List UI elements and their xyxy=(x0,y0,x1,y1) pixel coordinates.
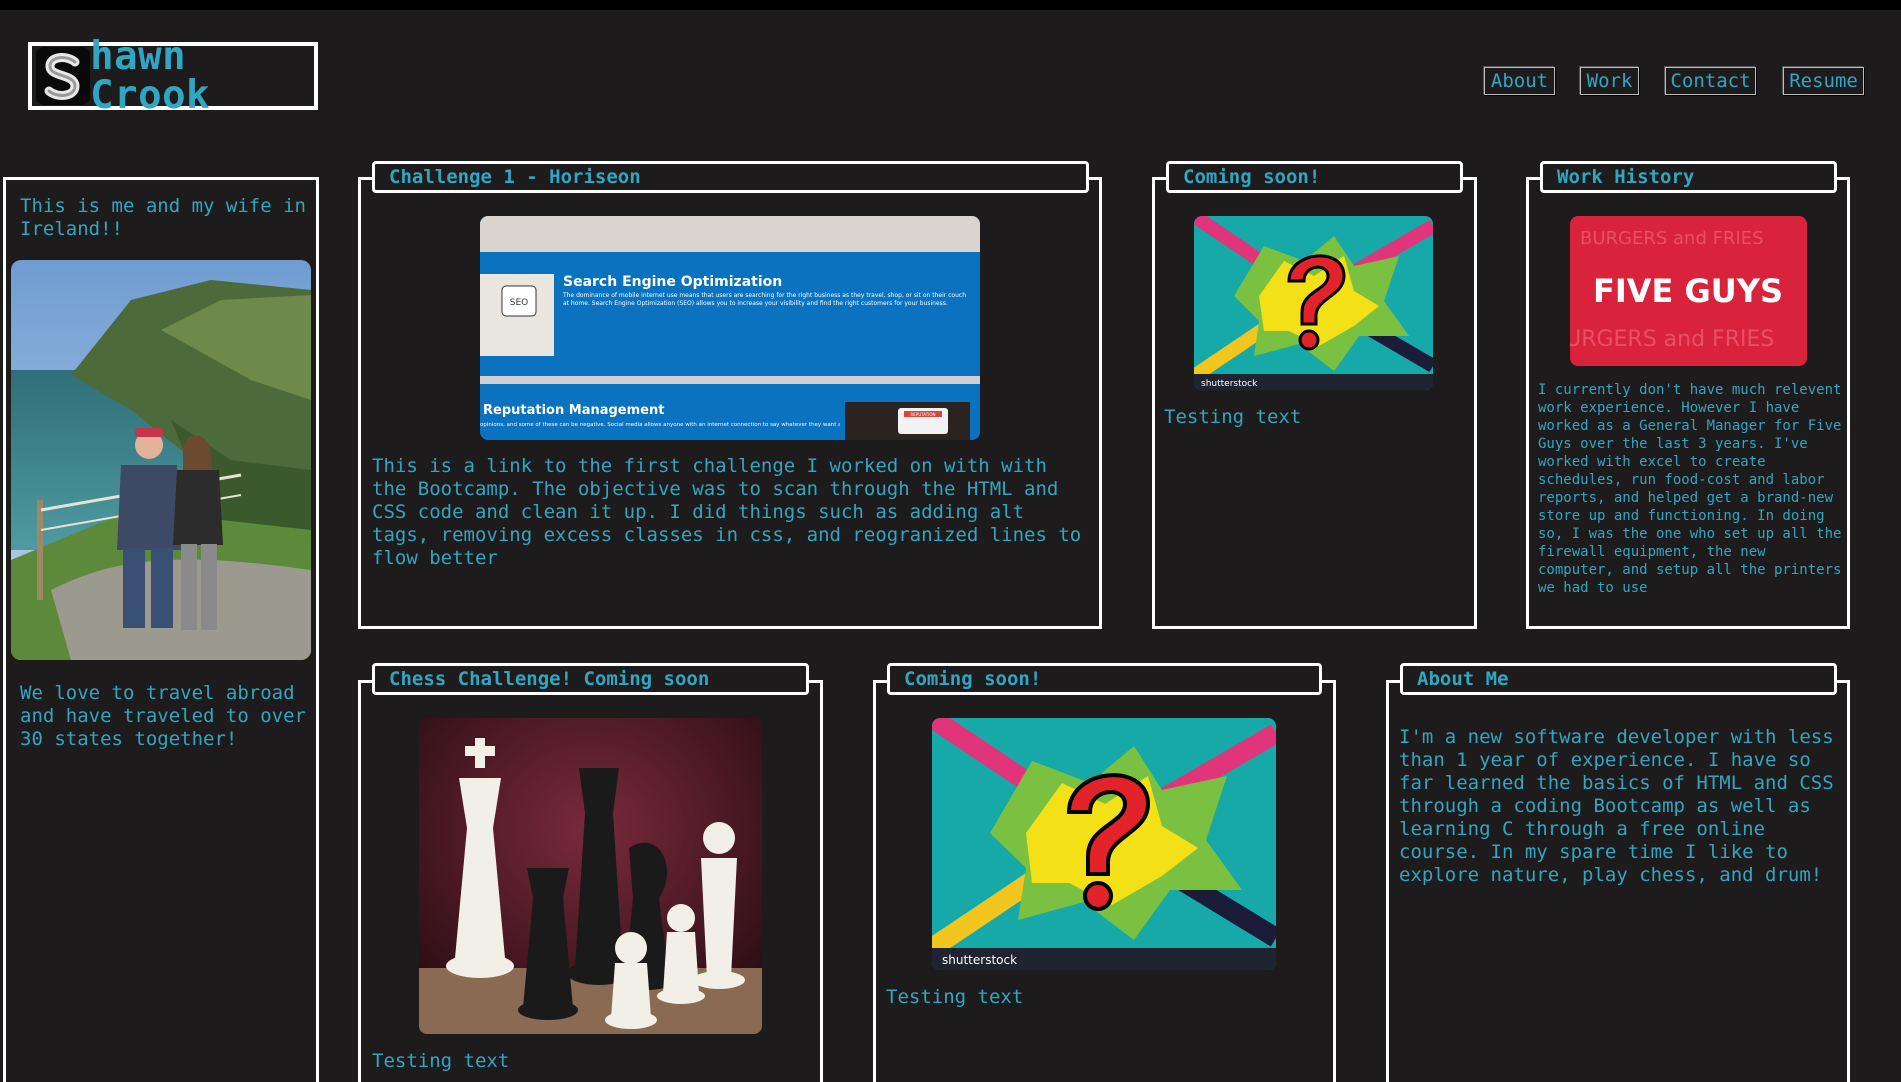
sidebar-top-text: This is me and my wife in Ireland!! xyxy=(20,195,318,240)
logo-s-icon xyxy=(36,47,91,105)
top-bar xyxy=(0,0,1901,10)
work-history-title: Work History xyxy=(1540,161,1837,193)
horiseon-description: This is a link to the first challenge I … xyxy=(372,455,1093,569)
coming-soon-2-caption: Testing text xyxy=(886,986,1024,1008)
nav-work-button[interactable]: Work xyxy=(1580,67,1639,95)
rep-body: opinions, and some of these can be negat… xyxy=(480,422,840,428)
five-guys-wordmark: FIVE GUYS xyxy=(1593,272,1783,310)
coming-soon-2-title: Coming soon! xyxy=(887,663,1322,695)
nav-about-button[interactable]: About xyxy=(1484,67,1555,95)
nav-contact-button[interactable]: Contact xyxy=(1665,67,1756,95)
pattern-row-2: BURGERS and FRIES xyxy=(1570,327,1774,352)
five-guys-logo-image: BURGERS and FRIES BURGERS and FRIES FIVE… xyxy=(1570,216,1807,366)
pattern-row-1: BURGERS and FRIES xyxy=(1580,228,1764,249)
work-history-body: I currently don't have much relevent wor… xyxy=(1538,382,1842,596)
question-mark-image-1: shutterstock xyxy=(1194,216,1433,390)
horiseon-card-title: Challenge 1 - Horiseon xyxy=(372,161,1089,193)
sidebar-bottom-text: We love to travel abroad and have travel… xyxy=(20,682,318,750)
nav-resume-button[interactable]: Resume xyxy=(1783,67,1864,95)
site-title: hawn Crook xyxy=(90,34,211,118)
question-mark-image-2: shutterstock xyxy=(932,718,1276,970)
seo-heading: Search Engine Optimization xyxy=(563,274,782,290)
rep-thumb-label: REPUTATION xyxy=(911,412,936,417)
site-logo[interactable]: hawn Crook xyxy=(28,37,318,115)
about-me-body: I'm a new software developer with less t… xyxy=(1399,726,1846,886)
travel-photo xyxy=(11,260,311,660)
seo-body: The dominance of mobile internet use mea… xyxy=(563,292,966,307)
rep-heading: Reputation Management xyxy=(483,403,664,418)
watermark-1: shutterstock xyxy=(1201,379,1258,389)
watermark-2: shutterstock xyxy=(942,953,1017,967)
coming-soon-1-title: Coming soon! xyxy=(1166,161,1463,193)
seo-thumb-label: SEO xyxy=(510,298,528,308)
coming-soon-1-caption: Testing text xyxy=(1164,406,1302,428)
chess-caption: Testing text xyxy=(372,1050,510,1072)
horiseon-screenshot-link[interactable]: SEO Search Engine Optimization The domin… xyxy=(480,216,980,440)
about-me-title: About Me xyxy=(1400,663,1837,695)
chess-card-title: Chess Challenge! Coming soon xyxy=(372,663,809,695)
chess-pieces-image xyxy=(419,718,762,1034)
